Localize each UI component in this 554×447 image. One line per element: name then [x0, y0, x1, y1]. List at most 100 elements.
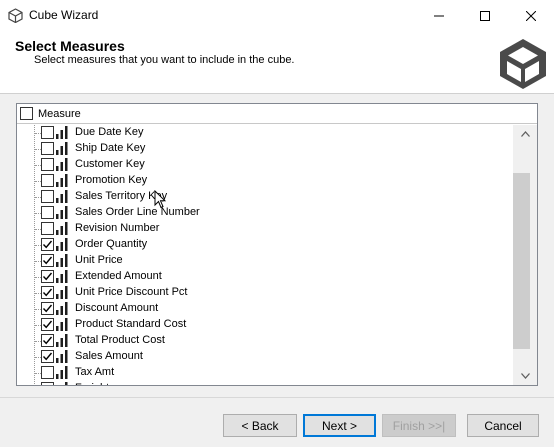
select-all-checkbox[interactable] [20, 107, 33, 120]
scroll-up-button[interactable] [513, 125, 537, 143]
measure-bars-icon [56, 206, 68, 219]
measure-row[interactable]: Tax Amt [17, 365, 513, 381]
measure-column-label: Measure [38, 108, 81, 120]
checkmark-icon [42, 272, 53, 281]
vertical-scrollbar[interactable] [513, 125, 537, 385]
measure-row[interactable]: Freight [17, 381, 513, 385]
minimize-icon [434, 15, 444, 16]
finish-button[interactable]: Finish >>| [382, 414, 456, 437]
checkmark-icon [42, 352, 53, 361]
measure-checkbox[interactable] [41, 254, 54, 267]
minimize-button[interactable] [416, 0, 462, 31]
measure-label: Unit Price Discount Pct [75, 286, 188, 298]
chevron-up-icon [520, 131, 530, 137]
cube-wizard-window: Cube Wizard Select Measures Select measu… [0, 0, 554, 447]
maximize-icon [480, 10, 490, 21]
measure-checkbox[interactable] [41, 142, 54, 155]
measure-row[interactable]: Sales Territory Key [17, 189, 513, 205]
measure-bars-icon [56, 270, 68, 283]
page-subtitle: Select measures that you want to include… [34, 54, 295, 66]
measure-checkbox[interactable] [41, 302, 54, 315]
measure-bars-icon [65, 382, 68, 385]
measure-bars-icon [56, 190, 68, 203]
measure-row[interactable]: Sales Order Line Number [17, 205, 513, 221]
measure-checkbox[interactable] [41, 174, 54, 187]
measure-checkbox[interactable] [41, 286, 54, 299]
scrollbar-thumb[interactable] [513, 173, 530, 349]
checkmark-icon [42, 336, 53, 345]
checkmark-icon [42, 256, 53, 265]
maximize-button[interactable] [462, 0, 508, 31]
measure-label: Sales Order Line Number [75, 206, 200, 218]
cube-logo-icon [500, 39, 546, 89]
measure-label: Promotion Key [75, 174, 148, 186]
measure-bars-icon [56, 126, 68, 139]
chevron-down-icon [520, 373, 530, 379]
measure-row[interactable]: Total Product Cost [17, 333, 513, 349]
page-title: Select Measures [15, 38, 125, 54]
scroll-down-button[interactable] [513, 367, 537, 385]
measure-row[interactable]: Product Standard Cost [17, 317, 513, 333]
measure-bars-icon [56, 222, 68, 235]
measure-label: Customer Key [75, 158, 145, 170]
measure-row[interactable]: Order Quantity [17, 237, 513, 253]
measure-bars-icon [56, 350, 68, 363]
measure-row[interactable]: Extended Amount [17, 269, 513, 285]
measure-bars-icon [56, 366, 68, 379]
measure-bars-icon [56, 142, 68, 155]
tree-column-header: Measure [17, 104, 537, 124]
back-button[interactable]: < Back [223, 414, 297, 437]
measure-row[interactable]: Unit Price [17, 253, 513, 269]
measure-label: Tax Amt [75, 366, 115, 378]
checkmark-icon [42, 304, 53, 313]
wizard-header: Select Measures Select measures that you… [0, 31, 554, 94]
measure-label: Sales Amount [75, 350, 143, 362]
measure-label: Freight [75, 382, 109, 385]
checkmark-icon [42, 240, 53, 249]
close-icon [526, 10, 536, 21]
measure-checkbox[interactable] [41, 318, 54, 331]
measure-row[interactable]: Ship Date Key [17, 141, 513, 157]
measure-bars-icon [56, 318, 68, 331]
measure-row[interactable]: Customer Key [17, 157, 513, 173]
measure-row[interactable]: Due Date Key [17, 125, 513, 141]
measures-tree: Measure Due Date Key Ship Date Key Custome… [16, 103, 538, 386]
measures-list: Due Date Key Ship Date Key Customer Key Pro… [17, 125, 513, 385]
measure-checkbox[interactable] [41, 190, 54, 203]
title-bar: Cube Wizard [0, 0, 554, 31]
measure-bars-icon [56, 158, 68, 171]
measure-label: Ship Date Key [75, 142, 146, 154]
measure-checkbox[interactable] [41, 222, 54, 235]
measure-checkbox[interactable] [41, 238, 54, 251]
measure-checkbox[interactable] [41, 350, 54, 363]
measure-bars-icon [56, 174, 68, 187]
footer-divider [0, 397, 554, 398]
measure-checkbox[interactable] [41, 334, 54, 347]
measure-row[interactable]: Revision Number [17, 221, 513, 237]
measure-label: Order Quantity [75, 238, 148, 250]
measure-label: Extended Amount [75, 270, 162, 282]
measure-bars-icon [56, 238, 68, 251]
checkmark-icon [42, 320, 53, 329]
measure-checkbox[interactable] [41, 126, 54, 139]
cancel-button[interactable]: Cancel [467, 414, 539, 437]
measure-label: Total Product Cost [75, 334, 165, 346]
measure-bars-icon [56, 254, 68, 267]
measure-checkbox[interactable] [41, 270, 54, 283]
checkmark-icon [42, 288, 53, 297]
cube-app-icon [8, 8, 23, 23]
mouse-pointer-icon [154, 190, 166, 209]
measure-checkbox[interactable] [41, 158, 54, 171]
measure-checkbox[interactable] [41, 206, 54, 219]
close-button[interactable] [508, 0, 554, 31]
measure-row[interactable]: Discount Amount [17, 301, 513, 317]
measure-checkbox[interactable] [41, 366, 54, 379]
measure-row[interactable]: Promotion Key [17, 173, 513, 189]
measure-row[interactable]: Unit Price Discount Pct [17, 285, 513, 301]
measure-bars-icon [56, 286, 68, 299]
next-button[interactable]: Next > [303, 414, 376, 437]
measure-label: Due Date Key [75, 126, 144, 138]
measure-checkbox[interactable] [41, 382, 54, 385]
measure-label: Revision Number [75, 222, 160, 234]
measure-row[interactable]: Sales Amount [17, 349, 513, 365]
